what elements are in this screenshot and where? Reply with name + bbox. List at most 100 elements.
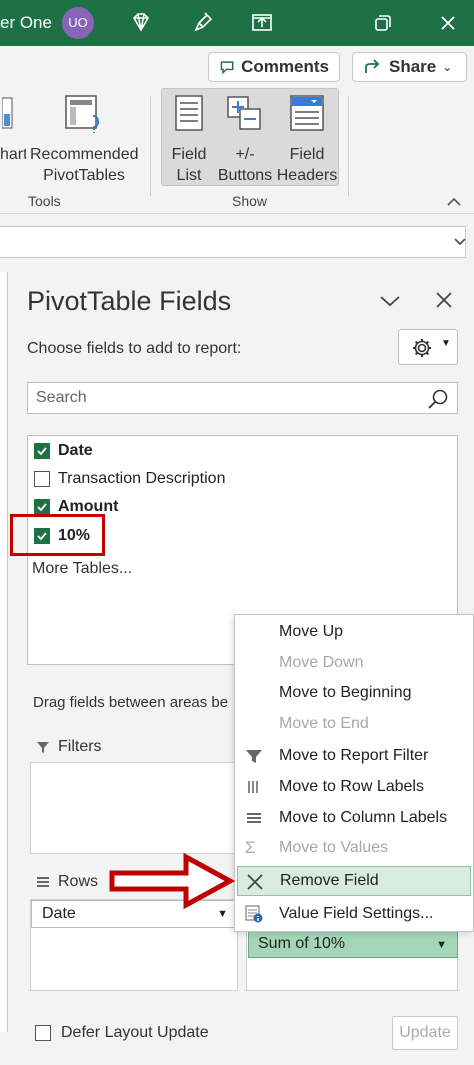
field-label: Transaction Description	[58, 470, 226, 487]
field-label: Date	[58, 442, 93, 459]
checkbox-unchecked[interactable]	[34, 471, 50, 487]
recommended-pivottables-button[interactable]: Recommended PivotTables	[30, 94, 139, 186]
share-icon	[365, 59, 380, 73]
tools-gear-button[interactable]: ▼	[398, 329, 458, 365]
gear-dropdown-icon: ▼	[441, 338, 451, 349]
field-headers-label-1: Field	[289, 146, 325, 163]
menu-item-label: Move to Beginning	[279, 684, 412, 701]
rows-label: Rows	[58, 873, 99, 890]
recommended-label-1: Recommended	[30, 146, 139, 163]
field-list-label-2: List	[176, 167, 202, 184]
filters-label: Filters	[58, 738, 102, 755]
pane-title: PivotTable Fields	[27, 286, 232, 316]
dropdown-arrow-icon[interactable]: ▼	[436, 939, 447, 951]
field-context-menu: Move Up Move Down Move to Beginning Move…	[234, 614, 474, 932]
ribbon: Comments Share ⌄ hart Recommended PivotT…	[0, 46, 474, 214]
filter-icon	[37, 742, 49, 753]
pivotchart-label: hart	[0, 146, 26, 163]
column-labels-icon	[247, 813, 261, 823]
checkbox-checked[interactable]	[34, 443, 50, 459]
menu-item-label: Move to Column Labels	[279, 809, 448, 826]
value-settings-icon	[245, 905, 263, 923]
values-field-label: Sum of 10%	[258, 935, 346, 952]
field-row-date[interactable]: Date	[34, 439, 93, 463]
expand-formula-icon[interactable]	[453, 237, 467, 247]
close-pane-icon[interactable]	[435, 291, 453, 309]
more-tables-link[interactable]: More Tables...	[32, 560, 132, 578]
pen-icon[interactable]	[188, 8, 218, 38]
defer-layout-update[interactable]: Defer Layout Update	[35, 1024, 209, 1042]
menu-item-label: Move to Report Filter	[279, 747, 429, 764]
values-field-sum-of-10-percent[interactable]: Sum of 10% ▼	[248, 930, 458, 958]
plus-minus-buttons-button[interactable]: +/- Buttons	[216, 94, 274, 186]
defer-label: Defer Layout Update	[61, 1024, 209, 1041]
rows-icon	[37, 877, 49, 887]
share-button[interactable]: Share ⌄	[352, 52, 467, 82]
filter-icon	[246, 750, 262, 763]
filters-drop-area[interactable]	[30, 762, 238, 854]
close-icon[interactable]	[433, 8, 463, 38]
comments-label: Comments	[241, 57, 329, 76]
field-headers-icon	[290, 95, 324, 131]
present-icon[interactable]	[247, 8, 277, 38]
field-headers-label-2: Headers	[276, 167, 338, 184]
pivotchart-icon	[1, 97, 13, 129]
search-input[interactable]	[28, 383, 408, 413]
buttons-label-1: +/-	[235, 146, 255, 163]
ribbon-separator	[150, 96, 151, 196]
menu-item-move-to-report-filter[interactable]: Move to Report Filter	[235, 741, 473, 771]
gear-icon	[413, 339, 431, 357]
row-labels-icon	[248, 781, 258, 793]
menu-item-move-up[interactable]: Move Up	[235, 617, 473, 647]
field-list-button[interactable]: Field List	[166, 94, 212, 186]
menu-item-value-field-settings[interactable]: Value Field Settings...	[235, 899, 473, 929]
avatar[interactable]: UO	[62, 7, 94, 39]
share-label: Share	[389, 57, 437, 76]
search-box[interactable]	[27, 382, 458, 414]
show-group-label: Show	[232, 193, 268, 209]
filters-area-label: Filters	[36, 738, 102, 756]
field-list-icon	[175, 95, 203, 131]
comments-button[interactable]: Comments	[208, 52, 340, 82]
menu-item-label: Value Field Settings...	[279, 905, 434, 922]
share-dropdown-icon: ⌄	[442, 60, 453, 74]
menu-item-label: Move to Row Labels	[279, 778, 424, 795]
annotation-arrow	[109, 852, 236, 910]
pane-subtitle: Choose fields to add to report:	[27, 340, 242, 357]
menu-item-move-to-beginning[interactable]: Move to Beginning	[235, 678, 473, 708]
sigma-icon: Σ	[245, 838, 256, 857]
ribbon-separator	[348, 96, 349, 196]
worksheet-edge	[0, 272, 8, 1032]
update-button[interactable]: Update	[392, 1016, 458, 1050]
menu-item-label: Move to Values	[279, 839, 389, 856]
recommended-label-2: PivotTables	[43, 167, 125, 184]
menu-item-move-down: Move Down	[235, 648, 473, 678]
menu-item-remove-field[interactable]: Remove Field	[237, 866, 471, 896]
collapse-ribbon-icon[interactable]	[446, 196, 462, 208]
formula-bar[interactable]	[0, 226, 466, 258]
search-icon[interactable]	[427, 388, 449, 410]
recommended-pivottables-icon	[65, 95, 100, 133]
annotation-highlight-box	[10, 514, 105, 556]
drag-instructions: Drag fields between areas be	[33, 694, 229, 711]
menu-item-label: Move Down	[279, 654, 364, 671]
menu-item-move-to-column-labels[interactable]: Move to Column Labels	[235, 803, 473, 833]
field-headers-button[interactable]: Field Headers	[276, 94, 338, 186]
tools-group-label: Tools	[28, 193, 61, 209]
checkbox-checked[interactable]	[34, 499, 50, 515]
title-bar: er One UO	[0, 0, 474, 46]
diamond-icon[interactable]	[126, 8, 156, 38]
menu-item-move-to-row-labels[interactable]: Move to Row Labels	[235, 772, 473, 802]
field-row-transaction-description[interactable]: Transaction Description	[34, 467, 225, 491]
plus-minus-icon	[227, 96, 261, 130]
comment-icon	[220, 61, 234, 75]
pivotchart-button[interactable]: hart	[0, 94, 26, 165]
user-name: er One	[0, 13, 52, 32]
menu-item-label: Move to End	[279, 715, 369, 732]
chevron-down-icon[interactable]	[379, 294, 401, 308]
menu-item-move-to-end: Move to End	[235, 709, 473, 739]
field-list-label-1: Field	[171, 146, 207, 163]
defer-checkbox[interactable]	[35, 1025, 51, 1041]
restore-icon[interactable]	[367, 8, 397, 38]
rows-field-label: Date	[42, 905, 76, 922]
